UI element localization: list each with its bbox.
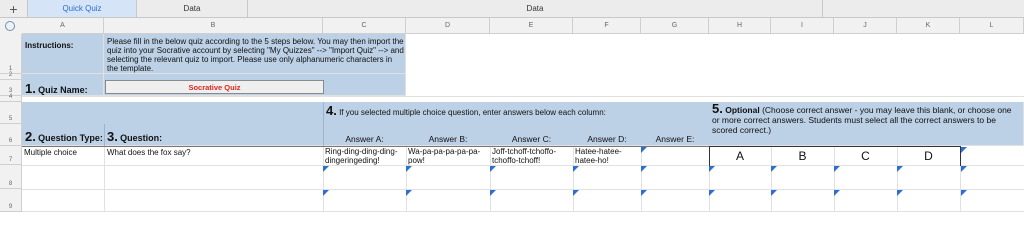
- border: [709, 146, 710, 166]
- step1-number: 1.: [25, 81, 36, 96]
- dropdown-marker-icon[interactable]: [834, 190, 840, 196]
- column-header-d[interactable]: D: [406, 18, 490, 34]
- dropdown-marker-icon[interactable]: [961, 166, 967, 172]
- dropdown-marker-icon[interactable]: [573, 166, 579, 172]
- column-header-k[interactable]: K: [897, 18, 960, 34]
- cell-a1[interactable]: [22, 34, 104, 74]
- dropdown-marker-icon[interactable]: [961, 147, 967, 153]
- column-header-b[interactable]: B: [104, 18, 323, 34]
- tab-data-2[interactable]: Data: [248, 0, 823, 17]
- border: [22, 146, 709, 147]
- step2-text: Question Type:: [38, 133, 103, 143]
- gridline: [22, 211, 1024, 212]
- border: [709, 146, 961, 147]
- dropdown-marker-icon[interactable]: [641, 147, 647, 153]
- column-header-g[interactable]: G: [641, 18, 709, 34]
- instructions-label: Instructions:: [25, 41, 74, 50]
- step5-optional: Optional: [725, 105, 760, 115]
- dropdown-marker-icon[interactable]: [323, 166, 329, 172]
- step3-label: 3. Question:: [107, 129, 163, 144]
- question-text-cell[interactable]: What does the fox say?: [107, 148, 191, 157]
- dropdown-marker-icon[interactable]: [490, 190, 496, 196]
- dropdown-marker-icon[interactable]: [573, 190, 579, 196]
- column-header-j[interactable]: J: [834, 18, 897, 34]
- dropdown-marker-icon[interactable]: [406, 166, 412, 172]
- divider: [104, 124, 105, 146]
- answer-b-cell[interactable]: Wa-pa-pa-pa-pa-pa-pow!: [408, 147, 488, 165]
- gridline: [22, 189, 1024, 190]
- column-header-a[interactable]: A: [22, 18, 104, 34]
- column-header-f[interactable]: F: [573, 18, 641, 34]
- step5-number: 5.: [712, 101, 723, 116]
- gridline: [771, 146, 772, 212]
- dropdown-marker-icon[interactable]: [490, 166, 496, 172]
- gridline: [104, 146, 105, 212]
- step1-text: Quiz Name:: [38, 85, 88, 95]
- step3-text: Question:: [120, 133, 163, 143]
- dropdown-marker-icon[interactable]: [771, 166, 777, 172]
- step2-label: 2. Question Type:: [25, 129, 103, 144]
- answer-a-cell[interactable]: Ring-ding-ding-ding-dingeringeding!: [325, 147, 403, 165]
- step4-label: 4. If you selected multiple choice quest…: [326, 103, 606, 118]
- gridline: [641, 146, 642, 212]
- column-header-l[interactable]: L: [960, 18, 1024, 34]
- answer-e-header: Answer E:: [655, 134, 695, 144]
- dropdown-marker-icon[interactable]: [641, 190, 647, 196]
- gridline: [573, 146, 574, 212]
- dropdown-marker-icon[interactable]: [834, 166, 840, 172]
- gridline: [834, 146, 835, 212]
- row-header-7[interactable]: 7: [0, 146, 22, 165]
- sheet-tab-bar: + Quick Quiz Data Data: [0, 0, 1024, 18]
- gridline: [22, 165, 1024, 166]
- step4-number: 4.: [326, 103, 337, 118]
- column-header-h[interactable]: H: [709, 18, 771, 34]
- dropdown-marker-icon[interactable]: [709, 190, 715, 196]
- correct-c-cell[interactable]: C: [834, 149, 897, 163]
- column-header-e[interactable]: E: [490, 18, 573, 34]
- column-header-i[interactable]: I: [771, 18, 834, 34]
- gridline: [490, 146, 491, 212]
- dropdown-marker-icon[interactable]: [771, 190, 777, 196]
- answer-d-header: Answer D:: [587, 134, 627, 144]
- step2-number: 2.: [25, 129, 36, 144]
- gridline: [323, 146, 324, 212]
- step1-label: 1. Quiz Name:: [25, 81, 88, 96]
- row-header-8[interactable]: 8: [0, 165, 22, 189]
- dropdown-marker-icon[interactable]: [406, 190, 412, 196]
- dropdown-marker-icon[interactable]: [897, 166, 903, 172]
- divider: [323, 102, 324, 146]
- gridline: [406, 146, 407, 212]
- column-header-c[interactable]: C: [323, 18, 406, 34]
- answer-c-header: Answer C:: [511, 134, 552, 144]
- question-type-cell[interactable]: Multiple choice: [24, 148, 77, 157]
- tab-data-1[interactable]: Data: [137, 0, 248, 17]
- correct-d-cell[interactable]: D: [897, 149, 960, 163]
- dropdown-marker-icon[interactable]: [897, 190, 903, 196]
- step5-label: 5. Optional (Choose correct answer - you…: [712, 101, 1012, 135]
- row-header-5[interactable]: 5: [0, 102, 22, 124]
- select-all-corner[interactable]: [0, 18, 23, 35]
- select-all-icon: [5, 21, 15, 31]
- row-header-6[interactable]: 6: [0, 124, 22, 146]
- gridline: [22, 96, 1024, 97]
- row-header-9[interactable]: 9: [0, 189, 22, 212]
- add-sheet-button[interactable]: +: [0, 0, 28, 17]
- dropdown-marker-icon[interactable]: [709, 166, 715, 172]
- correct-a-cell[interactable]: A: [709, 149, 771, 163]
- dropdown-marker-icon[interactable]: [323, 190, 329, 196]
- row-header-1[interactable]: 1: [0, 34, 22, 74]
- answer-c-cell[interactable]: Joff-tchoff-tchoffo-tchoffo-tchoff!: [492, 147, 572, 165]
- dropdown-marker-icon[interactable]: [641, 166, 647, 172]
- correct-b-cell[interactable]: B: [771, 149, 834, 163]
- gridline: [897, 146, 898, 212]
- answer-b-header: Answer B:: [428, 134, 468, 144]
- answer-d-cell[interactable]: Hatee-hatee-hatee-ho!: [575, 147, 641, 165]
- instructions-text: Please fill in the below quiz according …: [107, 37, 404, 73]
- quiz-name-input[interactable]: Socrative Quiz: [105, 80, 324, 94]
- answer-a-header: Answer A:: [345, 134, 384, 144]
- tab-quick-quiz[interactable]: Quick Quiz: [28, 0, 137, 17]
- dropdown-marker-icon[interactable]: [961, 190, 967, 196]
- step4-text: If you selected multiple choice question…: [339, 108, 606, 117]
- step3-number: 3.: [107, 129, 118, 144]
